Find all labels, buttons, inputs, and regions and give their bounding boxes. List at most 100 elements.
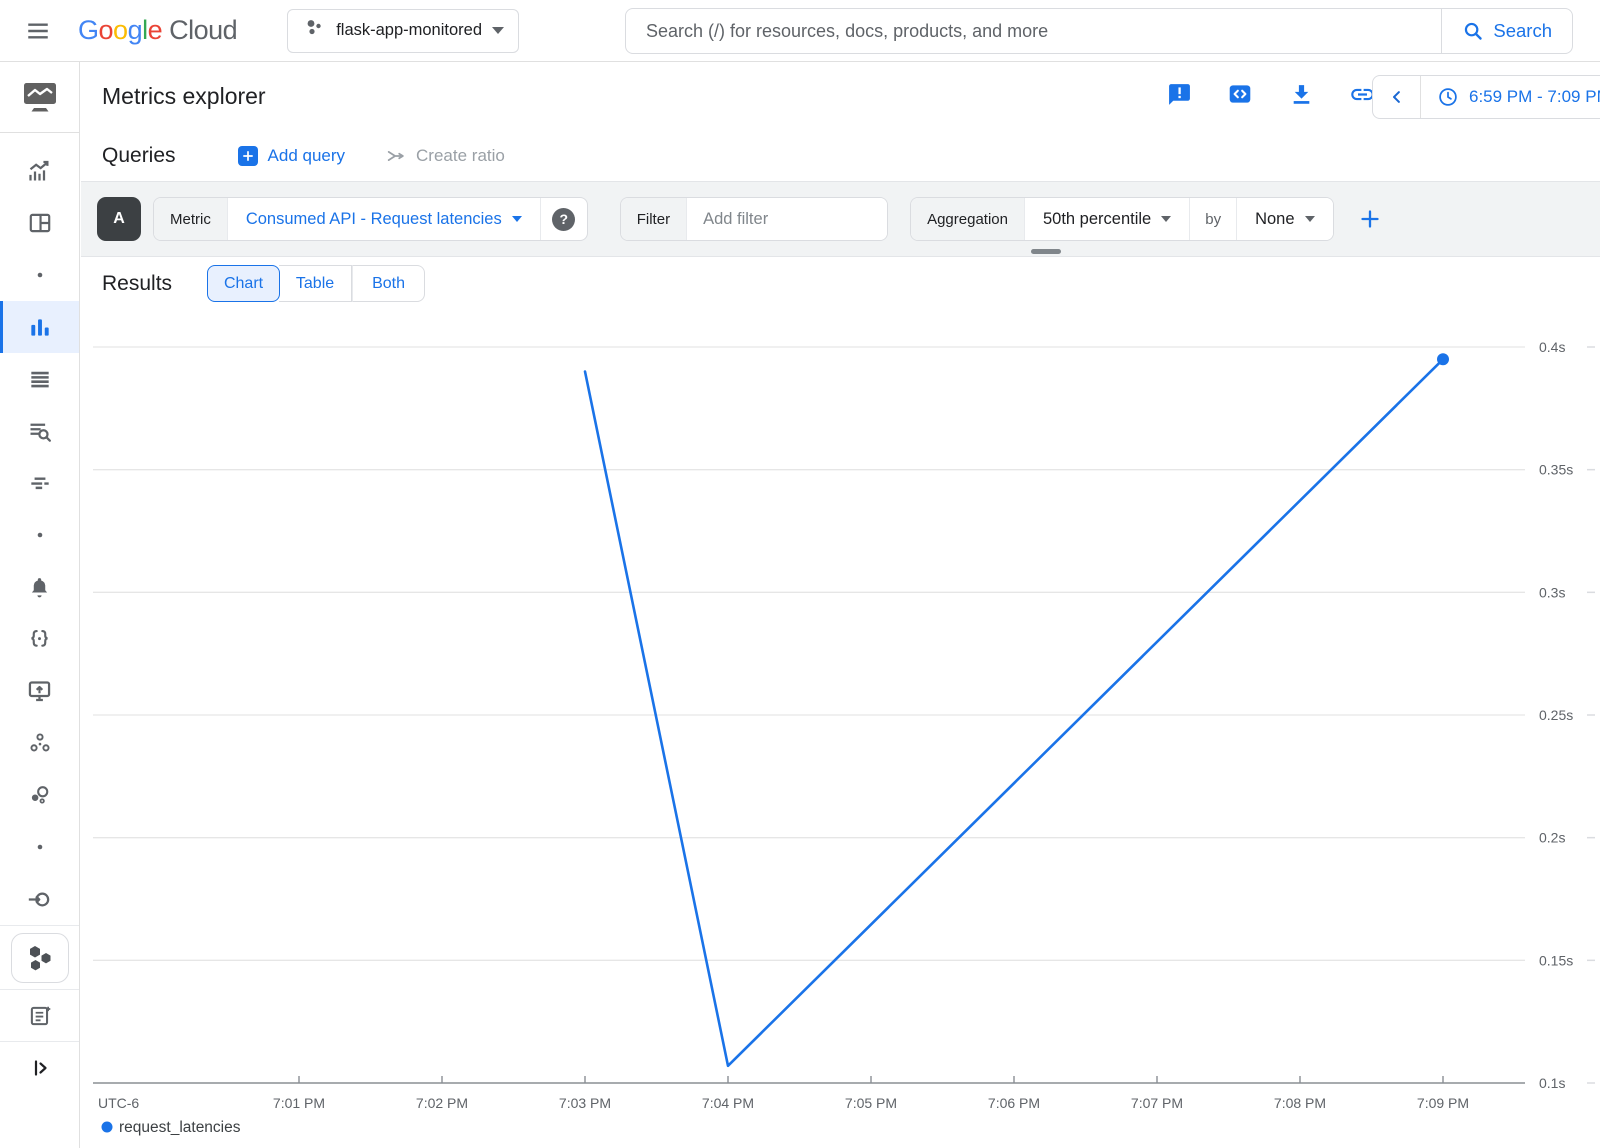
download-button[interactable] — [1283, 79, 1319, 115]
add-query-label: Add query — [268, 146, 346, 166]
merge-arrow-icon — [385, 145, 407, 167]
top-app-bar: Google Cloud flask-app-monitored Search — [0, 0, 1600, 62]
download-icon — [1289, 82, 1314, 112]
aggregation-pill: Aggregation 50th percentile by None — [910, 197, 1333, 241]
log-search-nav-item[interactable] — [0, 405, 79, 457]
timezone-label: UTC-6 — [98, 1095, 139, 1111]
y-axis-tick-label: 0.1s — [1539, 1075, 1565, 1091]
uptime-check-nav-item[interactable] — [0, 665, 79, 717]
global-search-bar: Search — [625, 8, 1573, 54]
metrics-explorer-nav-item[interactable] — [0, 301, 79, 353]
clusters-nav-item[interactable] — [0, 769, 79, 821]
by-label: by — [1190, 198, 1236, 240]
filter-label: Filter — [621, 198, 687, 240]
view-toggle: Chart Table Both — [207, 265, 425, 302]
queries-toolbar: Queries Add query Create ratio — [81, 131, 1600, 181]
tab-chart[interactable]: Chart — [207, 265, 280, 302]
project-hexagons-nav-item[interactable] — [0, 925, 79, 989]
clusters-icon — [27, 782, 53, 808]
create-ratio-label: Create ratio — [416, 146, 505, 166]
time-range-button[interactable]: 6:59 PM - 7:09 PM — [1421, 86, 1600, 108]
release-notes-nav-item[interactable] — [0, 989, 79, 1041]
create-ratio-button[interactable]: Create ratio — [385, 145, 505, 167]
y-axis-tick-label: 0.3s — [1539, 584, 1565, 600]
y-axis-tick-label: 0.15s — [1539, 952, 1573, 968]
overflow-dot-nav-item[interactable] — [0, 509, 79, 561]
aggregation-label: Aggregation — [911, 198, 1025, 240]
monitoring-logo-icon — [20, 80, 60, 114]
chevron-down-icon — [512, 216, 522, 222]
results-toolbar: Results Chart Table Both — [81, 257, 1600, 310]
tab-table[interactable]: Table — [279, 265, 352, 302]
x-axis-tick-label: 7:07 PM — [1131, 1095, 1183, 1111]
search-button-label: Search — [1493, 20, 1552, 42]
project-selector[interactable]: flask-app-monitored — [287, 9, 519, 53]
latency-line-chart[interactable]: 0.4s0.35s0.3s0.25s0.2s0.15s0.1s7:01 PM7:… — [81, 310, 1600, 1148]
add-aggregation-button[interactable] — [1348, 197, 1392, 241]
feedback-button[interactable] — [1161, 79, 1197, 115]
query-badge[interactable]: A — [97, 197, 141, 241]
group-by-value: None — [1255, 210, 1294, 229]
chevron-left-icon[interactable] — [1373, 76, 1421, 118]
overflow-dot-icon — [35, 842, 45, 852]
monitoring-sidebar — [0, 62, 80, 1148]
legend-swatch — [102, 1122, 113, 1133]
feedback-icon — [1167, 82, 1192, 112]
search-button[interactable]: Search — [1441, 9, 1572, 53]
trace-lines-icon — [27, 470, 53, 496]
services-icon — [26, 626, 53, 653]
x-axis-tick-label: 7:08 PM — [1274, 1095, 1326, 1111]
y-axis-tick-label: 0.2s — [1539, 830, 1565, 846]
integrations-nav-item[interactable] — [0, 873, 79, 925]
add-query-button[interactable]: Add query — [238, 146, 346, 166]
services-nav-item[interactable] — [0, 613, 79, 665]
search-icon — [1462, 20, 1484, 42]
page-header: Metrics explorer 6:59 PM - 7:09 PM — [81, 62, 1600, 131]
metrics-overview-nav-item[interactable] — [0, 145, 79, 197]
filter-input[interactable] — [687, 198, 887, 240]
groups-nav-item[interactable] — [0, 717, 79, 769]
monitoring-logo[interactable] — [0, 62, 79, 133]
bell-nav-item[interactable] — [0, 561, 79, 613]
header-actions — [1161, 62, 1380, 131]
overflow-dot-nav-item[interactable] — [0, 821, 79, 873]
project-hexagons-icon — [11, 933, 69, 983]
code-icon — [1227, 81, 1253, 112]
time-range-picker: 6:59 PM - 7:09 PM — [1372, 75, 1600, 119]
bell-icon — [27, 575, 52, 600]
collapse-nav-icon — [28, 1056, 52, 1080]
query-builder: A Metric Consumed API - Request latencie… — [81, 181, 1600, 257]
alert-list-nav-item[interactable] — [0, 353, 79, 405]
page-title: Metrics explorer — [102, 83, 266, 110]
x-axis-tick-label: 7:04 PM — [702, 1095, 754, 1111]
chevron-down-icon — [1305, 216, 1315, 222]
legend-label[interactable]: request_latencies — [119, 1119, 241, 1136]
x-axis-tick-label: 7:05 PM — [845, 1095, 897, 1111]
metric-value: Consumed API - Request latencies — [246, 210, 502, 229]
aggregation-value: 50th percentile — [1043, 210, 1151, 229]
google-wordmark: Google — [78, 15, 162, 46]
trace-lines-nav-item[interactable] — [0, 457, 79, 509]
dashboards-nav-item[interactable] — [0, 197, 79, 249]
google-cloud-logo[interactable]: Google Cloud — [78, 15, 237, 46]
groups-icon — [27, 730, 53, 756]
tab-both[interactable]: Both — [352, 265, 425, 302]
main-content: Metrics explorer 6:59 PM - 7:09 PM Queri… — [81, 62, 1600, 1148]
search-input[interactable] — [626, 21, 1441, 42]
metric-dropdown[interactable]: Consumed API - Request latencies — [228, 198, 540, 240]
group-by-dropdown[interactable]: None — [1237, 198, 1332, 240]
aggregation-dropdown[interactable]: 50th percentile — [1025, 198, 1189, 240]
hamburger-menu-icon[interactable] — [16, 9, 60, 53]
metric-help-button[interactable]: ? — [541, 198, 587, 240]
project-name: flask-app-monitored — [336, 21, 482, 40]
code-button[interactable] — [1222, 79, 1258, 115]
x-axis-tick-label: 7:06 PM — [988, 1095, 1040, 1111]
chevron-down-icon — [492, 27, 504, 34]
collapse-nav-nav-item[interactable] — [0, 1041, 79, 1093]
series-end-point[interactable] — [1437, 353, 1449, 365]
resize-drag-handle[interactable] — [1031, 249, 1061, 254]
x-axis-tick-label: 7:01 PM — [273, 1095, 325, 1111]
overflow-dot-nav-item[interactable] — [0, 249, 79, 301]
queries-heading: Queries — [102, 144, 176, 168]
metric-label: Metric — [154, 198, 228, 240]
